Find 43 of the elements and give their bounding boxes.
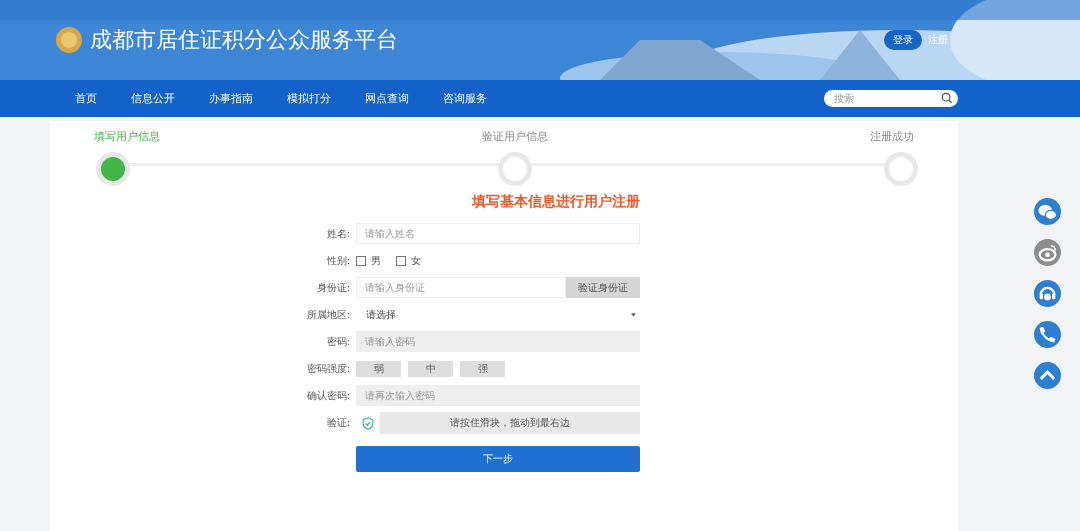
site-title: 成都市居住证积分公众服务平台 [90, 26, 398, 54]
nav-item[interactable]: 首页 [75, 91, 97, 106]
swirl-icon[interactable] [1034, 239, 1061, 266]
field-label: 姓名: [325, 226, 350, 241]
field-label: 性别: [325, 253, 350, 268]
field-label: 所属地区: [305, 307, 350, 322]
input-field[interactable]: 请输入密码 [356, 331, 640, 352]
phone-icon[interactable] [1034, 321, 1061, 348]
input-field[interactable]: 请输入身份证 [356, 277, 566, 298]
checkbox[interactable] [356, 255, 366, 266]
step-label: 填写用户信息 [94, 129, 160, 144]
strength-segment: 中 [408, 360, 453, 377]
shield-icon [362, 416, 374, 430]
strength-segment: 强 [460, 360, 505, 377]
headset-icon[interactable] [1034, 280, 1061, 307]
field-label: 密码: [325, 334, 350, 349]
slider-hint: 请按住滑块，拖动到最右边 [449, 416, 571, 430]
nav-item[interactable]: 信息公开 [131, 91, 175, 106]
region-dropdown[interactable]: 请选择 [356, 304, 640, 325]
field-label: 验证: [325, 416, 350, 430]
search-icon[interactable] [941, 92, 953, 104]
nav-item[interactable]: 网点查询 [365, 91, 409, 106]
step-label: 注册成功 [870, 129, 914, 144]
nav-item[interactable]: 模拟打分 [287, 91, 331, 106]
caret-icon [631, 312, 636, 317]
input-field[interactable]: 请输入姓名 [356, 223, 640, 244]
option-label: 男 [371, 253, 381, 268]
verify-button[interactable]: 验证身份证 [566, 277, 640, 298]
search-field[interactable]: 搜索 [824, 90, 958, 107]
step-label: 验证用户信息 [482, 129, 548, 144]
next-button[interactable]: 下一步 [356, 446, 640, 472]
field-label: 身份证: [315, 280, 350, 295]
nav-item[interactable]: 办事指南 [209, 91, 253, 106]
chat-icon[interactable] [1034, 198, 1061, 225]
field-label: 密码强度: [305, 361, 350, 376]
login-button[interactable]: 登录 [884, 30, 922, 50]
nav-item[interactable]: 咨询服务 [443, 91, 487, 106]
checkbox[interactable] [396, 255, 406, 266]
field-label: 确认密码: [305, 388, 350, 403]
strength-segment: 弱 [356, 360, 401, 377]
input-field[interactable]: 请再次输入密码 [356, 385, 640, 406]
form-heading: 填写基本信息进行用户注册 [470, 193, 641, 211]
option-label: 女 [411, 253, 421, 268]
